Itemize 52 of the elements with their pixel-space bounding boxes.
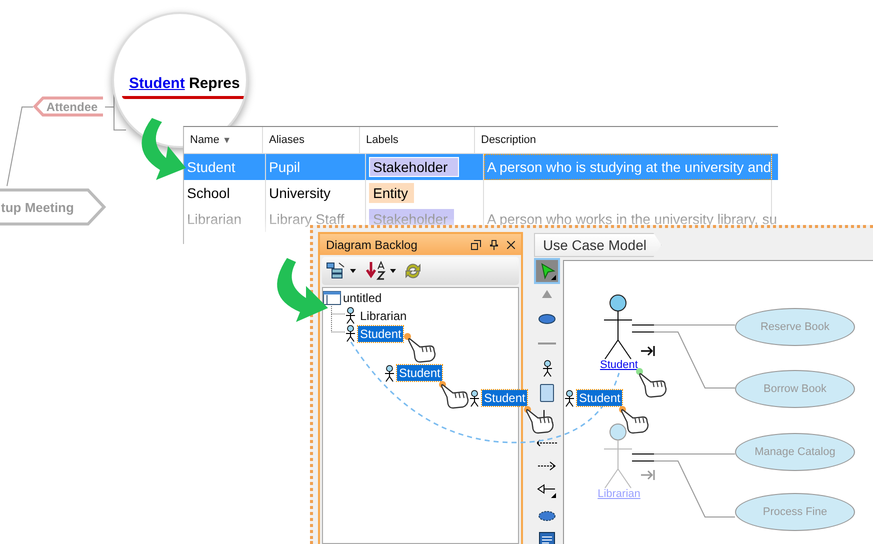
hand-cursor-icon bbox=[639, 372, 669, 398]
dropdown-caret-icon[interactable] bbox=[350, 269, 356, 273]
table-cell: A person who works in the university library, su bbox=[487, 211, 777, 227]
column-header[interactable]: Labels bbox=[360, 127, 475, 153]
label-tag: Entity bbox=[369, 183, 414, 203]
actor-name[interactable]: Student bbox=[597, 359, 641, 371]
topic-text: Repres bbox=[189, 75, 240, 92]
table-cell: Librarian bbox=[184, 206, 266, 232]
table-cell: A person who is studying at the university and bbox=[487, 159, 772, 175]
actor-figure[interactable] bbox=[604, 294, 632, 360]
close-icon[interactable] bbox=[507, 240, 515, 248]
actor-icon bbox=[345, 307, 356, 324]
dropdown-caret-icon[interactable] bbox=[390, 269, 396, 273]
extension-arrow-icon bbox=[640, 469, 655, 481]
dragged-label: Student bbox=[397, 365, 442, 381]
actor-icon bbox=[345, 325, 356, 342]
hand-cursor-icon bbox=[621, 408, 651, 434]
pointer-tool-icon[interactable] bbox=[536, 260, 558, 282]
extension-arrow-icon bbox=[640, 345, 655, 357]
table-row[interactable]: School University Entity bbox=[184, 180, 778, 206]
dragged-label: Student bbox=[577, 390, 622, 406]
sort-icon[interactable] bbox=[366, 261, 386, 281]
curved-arrow-icon bbox=[277, 258, 328, 322]
tree-item[interactable]: Student bbox=[358, 326, 404, 342]
link[interactable]: Student bbox=[129, 75, 185, 92]
table-cell: School bbox=[184, 180, 266, 206]
tree-layout-icon[interactable] bbox=[326, 262, 346, 280]
label-tag: Stakeholder bbox=[369, 157, 459, 177]
refresh-icon[interactable] bbox=[404, 263, 422, 279]
dragged-label: Student bbox=[482, 390, 528, 406]
tree-connector-line bbox=[331, 306, 346, 332]
actor-icon bbox=[469, 390, 480, 407]
hand-cursor-icon bbox=[441, 383, 471, 409]
tree-item[interactable]: untitled bbox=[341, 290, 384, 306]
hand-cursor-icon bbox=[526, 408, 556, 434]
column-header[interactable]: Description bbox=[475, 127, 762, 153]
actor-icon bbox=[384, 365, 395, 382]
curved-arrow-icon bbox=[142, 118, 186, 180]
hand-cursor-icon bbox=[408, 337, 438, 363]
panel-title: Diagram Backlog bbox=[326, 238, 418, 252]
table-row[interactable]: Student Pupil Stakeholder A person who is studying at the university and bbox=[184, 154, 778, 180]
restore-icon[interactable] bbox=[471, 240, 481, 250]
column-header[interactable]: Aliases bbox=[263, 127, 360, 153]
tree-item[interactable]: Librarian bbox=[358, 308, 409, 324]
table-cell: University bbox=[266, 180, 366, 206]
table-cell: Pupil bbox=[266, 154, 366, 180]
sort-icon[interactable]: ▼ bbox=[222, 135, 232, 145]
actor-icon bbox=[564, 390, 575, 407]
breadcrumb[interactable]: Use Case Model bbox=[534, 233, 662, 257]
column-header[interactable]: Name ▼ bbox=[184, 127, 263, 153]
pin-icon[interactable] bbox=[490, 240, 498, 250]
association-line[interactable] bbox=[632, 324, 736, 326]
